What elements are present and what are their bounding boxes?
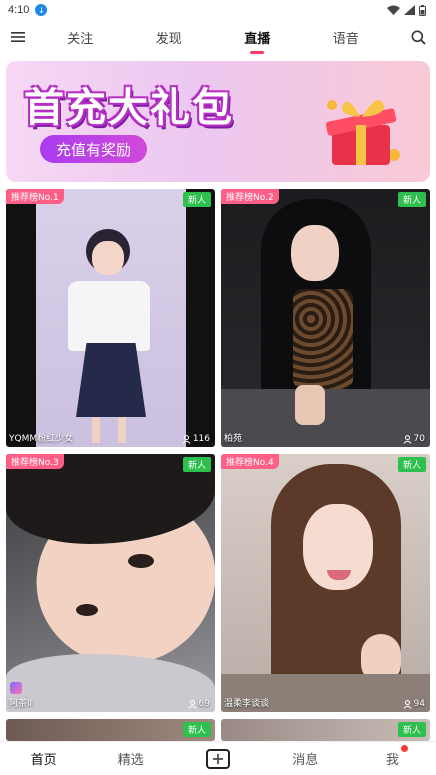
nav-home[interactable]: 首页 bbox=[0, 749, 87, 768]
viewer-count: 116 bbox=[182, 434, 210, 444]
live-card[interactable]: 推荐榜No.4 新人 温柔李谈谈 94 bbox=[221, 454, 430, 712]
menu-button[interactable] bbox=[0, 22, 36, 52]
new-badge: 新人 bbox=[397, 192, 426, 207]
live-card[interactable]: 新人 bbox=[221, 719, 430, 741]
cover-image bbox=[6, 189, 215, 447]
live-card[interactable]: 新人 bbox=[6, 719, 215, 741]
nav-me-label: 我 bbox=[385, 753, 399, 768]
top-nav: 关注 发现 直播 语音 bbox=[0, 22, 436, 54]
live-card[interactable]: 推荐榜No.1 新人 YQMM粉红少女 116 bbox=[6, 189, 215, 447]
search-icon bbox=[411, 30, 426, 45]
download-icon: ↓ bbox=[35, 4, 48, 16]
person-icon bbox=[403, 699, 411, 709]
signal-icon bbox=[404, 5, 415, 15]
bottom-nav: 首页 精选 + 消息 我 bbox=[0, 741, 436, 775]
new-badge: 新人 bbox=[397, 457, 426, 472]
streamer-name: 温柔李谈谈 bbox=[224, 699, 270, 709]
viewer-count: 94 bbox=[403, 699, 425, 709]
streamer-name: 柏苑 bbox=[224, 434, 243, 444]
cover-image bbox=[6, 454, 215, 712]
viewer-count: 69 bbox=[188, 699, 210, 709]
viewer-count-value: 69 bbox=[198, 699, 210, 709]
nav-me[interactable]: 我 bbox=[349, 745, 436, 768]
new-badge: 新人 bbox=[182, 722, 211, 737]
live-card[interactable]: 推荐榜No.2 新人 柏苑 70 bbox=[221, 189, 430, 447]
person-icon bbox=[188, 699, 196, 709]
battery-icon bbox=[419, 4, 426, 16]
status-bar: 4:10 ↓ bbox=[0, 0, 436, 20]
person-icon bbox=[403, 434, 411, 444]
banner-subtitle: 充值有奖励 bbox=[40, 135, 148, 163]
cover-image bbox=[221, 454, 430, 712]
streamer-name: 阿茶ll bbox=[9, 699, 33, 709]
search-button[interactable] bbox=[400, 22, 436, 52]
gift-box-icon bbox=[325, 100, 400, 165]
viewer-count-value: 116 bbox=[192, 434, 210, 444]
person-icon bbox=[182, 434, 191, 444]
notification-dot bbox=[401, 745, 409, 752]
new-badge: 新人 bbox=[182, 192, 211, 207]
status-time: 4:10 bbox=[8, 4, 30, 16]
tab-discover[interactable]: 发现 bbox=[150, 24, 188, 51]
status-icons bbox=[387, 4, 426, 16]
app-logo-icon bbox=[10, 682, 22, 694]
menu-icon bbox=[11, 32, 25, 42]
nav-create[interactable]: + bbox=[174, 748, 261, 769]
viewer-count-value: 70 bbox=[413, 434, 425, 444]
rank-badge: 推荐榜No.1 bbox=[6, 189, 64, 204]
banner-title: 首充大礼包 bbox=[24, 85, 234, 131]
plus-icon: + bbox=[206, 748, 230, 769]
cover-image bbox=[221, 189, 430, 447]
viewer-count-value: 94 bbox=[413, 699, 425, 709]
new-badge: 新人 bbox=[182, 457, 211, 472]
streamer-name: YQMM粉红少女 bbox=[9, 434, 74, 444]
tab-voice[interactable]: 语音 bbox=[327, 24, 365, 51]
wifi-icon bbox=[387, 5, 400, 15]
rank-badge: 推荐榜No.3 bbox=[6, 454, 64, 469]
viewer-count: 70 bbox=[403, 434, 425, 444]
nav-messages[interactable]: 消息 bbox=[262, 749, 349, 768]
tab-follow[interactable]: 关注 bbox=[61, 24, 99, 51]
tab-live[interactable]: 直播 bbox=[238, 24, 276, 54]
nav-featured[interactable]: 精选 bbox=[87, 749, 174, 768]
live-card[interactable]: 推荐榜No.3 新人 阿茶ll 69 bbox=[6, 454, 215, 712]
rank-badge: 推荐榜No.4 bbox=[221, 454, 279, 469]
new-badge: 新人 bbox=[397, 722, 426, 737]
promo-banner[interactable]: 首充大礼包 充值有奖励 bbox=[6, 61, 430, 182]
tab-bar: 关注 发现 直播 语音 bbox=[36, 24, 400, 54]
rank-badge: 推荐榜No.2 bbox=[221, 189, 279, 204]
